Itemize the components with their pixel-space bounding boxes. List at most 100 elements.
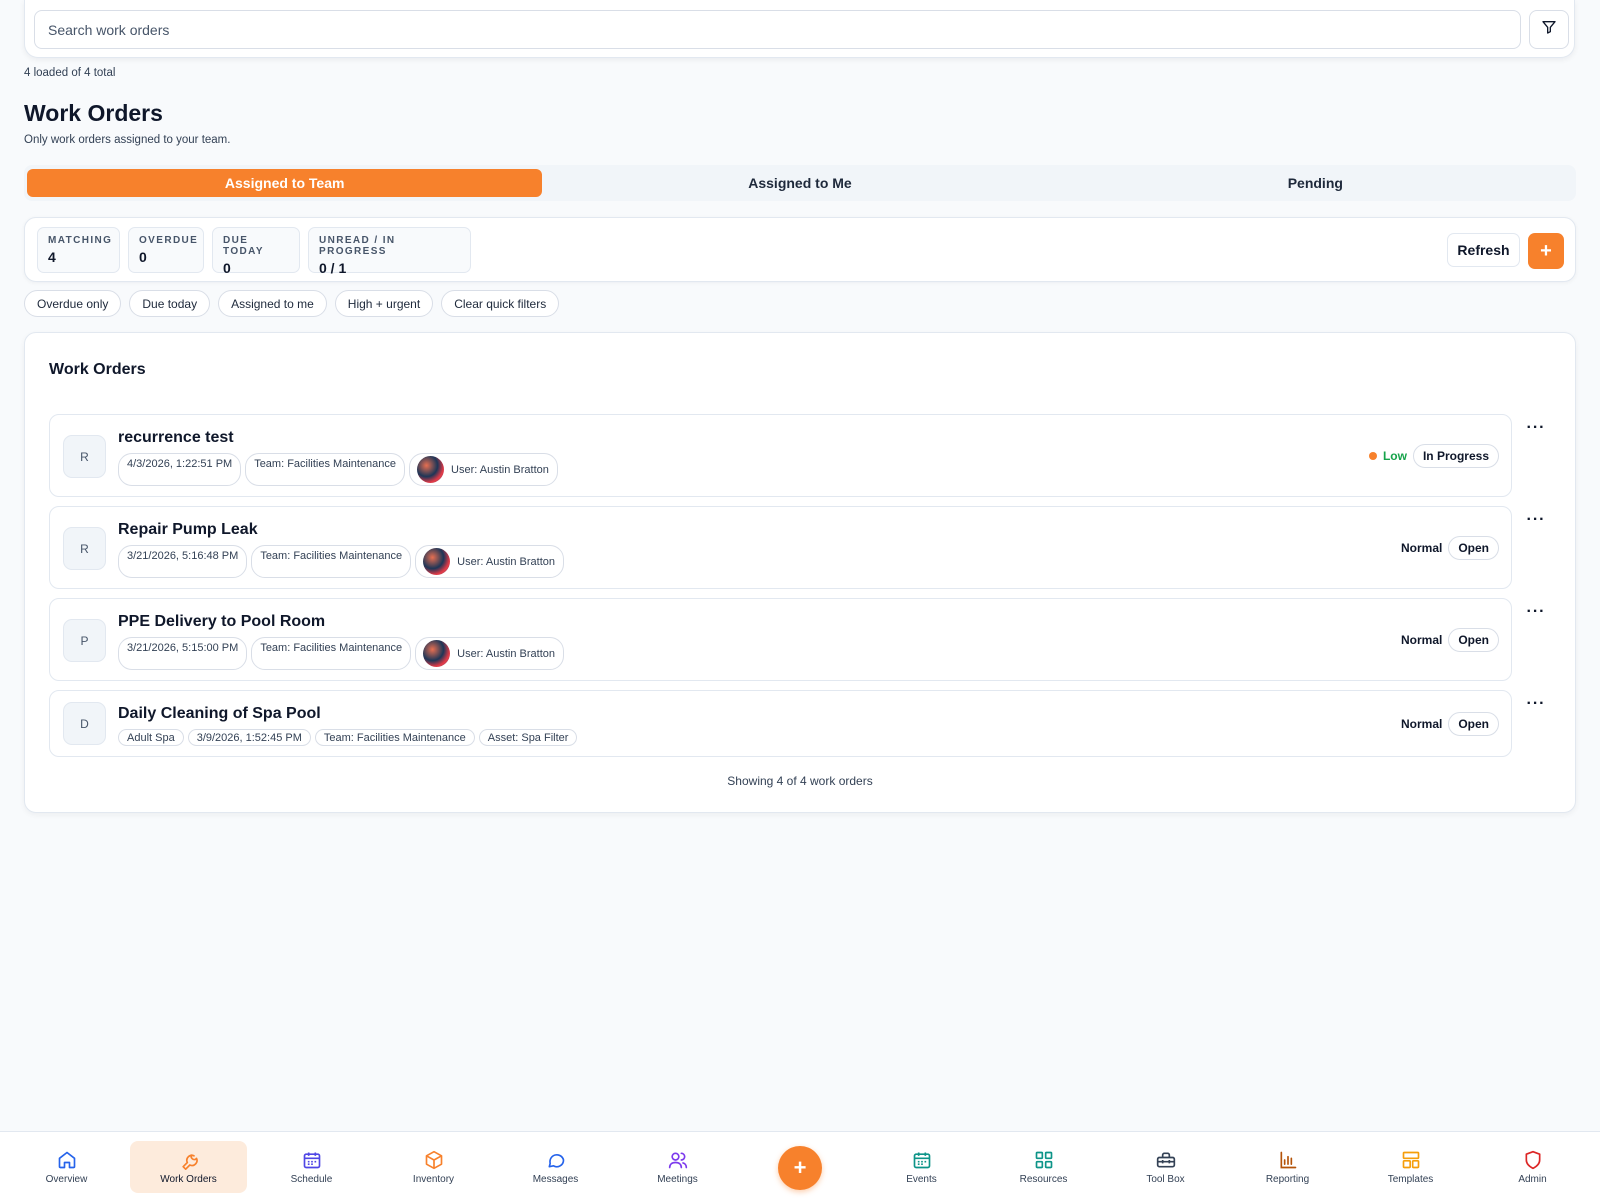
stat-value: 0 [223,260,231,276]
nav-label: Schedule [290,1173,333,1185]
nav-resources[interactable]: Resources [985,1141,1102,1193]
nav-label: Reporting [1265,1173,1310,1185]
nav-label: Resources [1019,1173,1068,1185]
filter-icon [1541,19,1557,40]
shield-icon [1523,1150,1543,1170]
list-footer: Showing 4 of 4 work orders [727,774,873,788]
avatar [423,640,451,667]
work-order-initial: R [63,527,106,570]
users-icon [668,1150,688,1170]
tab-assigned-to-me[interactable]: Assigned to Me [542,169,1057,197]
search-input[interactable] [34,10,1521,49]
avatar [423,548,451,575]
clear-quick-filters[interactable]: Clear quick filters [441,290,560,317]
priority-badge: Normal [1400,541,1443,555]
nav-tool-box[interactable]: Tool Box [1107,1141,1224,1193]
work-order-title: PPE Delivery to Pool Room [118,613,326,630]
nav-admin[interactable]: Admin [1474,1141,1591,1193]
toolbox-icon [1156,1150,1176,1170]
work-order-meta: Normal Open [1401,536,1499,560]
stat-due-today: DUE TODAY 0 [212,227,300,276]
priority-badge: Normal [1400,717,1443,731]
layout-icon [1401,1150,1421,1170]
work-order-meta: Normal Open [1401,628,1499,652]
team-chip: Team: Facilities Maintenance [314,729,475,746]
nav-label: Tool Box [1146,1173,1185,1185]
date-chip: 3/21/2026, 5:15:00 PM [118,637,248,670]
filter-button[interactable] [1529,10,1569,49]
stat-value: 0 / 1 [319,260,347,276]
nav-label: Events [906,1173,937,1185]
work-order-meta: Low In Progress [1368,444,1499,468]
nav-label: Messages [532,1173,579,1185]
filter-due-today[interactable]: Due today [129,290,211,317]
user-chip-label: User: Austin Bratton [457,555,555,568]
work-orders-card: Work Orders R recurrence test 4/3/2026, … [24,332,1576,813]
team-chip: Team: Facilities Maintenance [251,545,412,578]
nav-events[interactable]: Events [863,1141,980,1193]
avatar [417,456,445,483]
work-orders-title: Work Orders [49,361,146,378]
quick-filters: Overdue only Due today Assigned to me Hi… [24,290,560,317]
work-order-meta: Normal Open [1401,712,1499,736]
tab-assigned-to-team[interactable]: Assigned to Team [27,169,543,197]
message-icon [546,1150,566,1170]
more-options-icon[interactable]: ··· [1522,509,1550,531]
more-options-icon[interactable]: ··· [1522,601,1550,623]
filter-high-urgent[interactable]: High + urgent [334,290,434,317]
package-icon [424,1150,444,1170]
stat-unread-in-progress: UNREAD / IN PROGRESS 0 / 1 [308,227,471,276]
date-chip: 3/9/2026, 1:52:45 PM [187,729,311,746]
stat-value: 4 [48,249,56,265]
nav-schedule[interactable]: Schedule [253,1141,370,1193]
nav-label: Overview [45,1173,88,1185]
nav-templates[interactable]: Templates [1352,1141,1469,1193]
location-chip: Adult Spa [118,729,184,746]
add-work-order-button[interactable]: + [1528,233,1564,269]
work-order-title: Repair Pump Leak [118,521,258,538]
quick-add-button[interactable]: + [778,1146,822,1190]
team-chip: Team: Facilities Maintenance [251,637,412,670]
user-chip-label: User: Austin Bratton [451,463,549,476]
nav-inventory[interactable]: Inventory [375,1141,492,1193]
filter-assigned-to-me[interactable]: Assigned to me [218,290,327,317]
work-order-title: Daily Cleaning of Spa Pool [118,705,321,722]
priority-badge: Normal [1400,633,1443,647]
stat-label: DUE TODAY [223,235,264,257]
stats-bar: MATCHING 4 OVERDUE 0 DUE TODAY 0 UNREAD … [24,217,1576,282]
status-badge: In Progress [1412,444,1499,468]
user-chip: User: Austin Bratton [415,545,564,578]
wrench-icon [179,1150,199,1170]
bottom-nav: Overview Work Orders Schedule Inventory … [0,1131,1600,1200]
nav-label: Inventory [412,1173,455,1185]
nav-overview[interactable]: Overview [8,1141,125,1193]
stat-matching: MATCHING 4 [37,227,120,273]
nav-meetings[interactable]: Meetings [619,1141,736,1193]
work-order-chips: 3/21/2026, 5:16:48 PM Team: Facilities M… [118,545,564,578]
tab-pending[interactable]: Pending [1058,169,1573,197]
work-order-row[interactable]: P PPE Delivery to Pool Room 3/21/2026, 5… [49,598,1512,681]
work-order-row[interactable]: D Daily Cleaning of Spa Pool Adult Spa 3… [49,690,1512,757]
work-order-row[interactable]: R Repair Pump Leak 3/21/2026, 5:16:48 PM… [49,506,1512,589]
work-order-initial: D [63,702,106,745]
nav-label: Templates [1387,1173,1434,1185]
priority-label: Low [1382,449,1407,463]
more-options-icon[interactable]: ··· [1522,693,1550,715]
work-order-chips: Adult Spa 3/9/2026, 1:52:45 PM Team: Fac… [118,729,578,746]
stat-overdue: OVERDUE 0 [128,227,204,273]
refresh-button[interactable]: Refresh [1447,233,1520,267]
work-order-chips: 3/21/2026, 5:15:00 PM Team: Facilities M… [118,637,564,670]
nav-work-orders[interactable]: Work Orders [130,1141,247,1193]
filter-overdue-only[interactable]: Overdue only [24,290,122,317]
page-subtitle: Only work orders assigned to your team. [24,134,231,146]
more-options-icon[interactable]: ··· [1522,417,1550,439]
priority-dot-icon [1368,452,1377,460]
date-chip: 3/21/2026, 5:16:48 PM [118,545,248,578]
nav-reporting[interactable]: Reporting [1229,1141,1346,1193]
page-title: Work Orders [24,100,163,126]
status-badge: Open [1448,712,1499,736]
work-order-row[interactable]: R recurrence test 4/3/2026, 1:22:51 PM T… [49,414,1512,497]
user-chip: User: Austin Bratton [409,453,558,486]
team-chip: Team: Facilities Maintenance [245,453,406,486]
nav-messages[interactable]: Messages [497,1141,614,1193]
